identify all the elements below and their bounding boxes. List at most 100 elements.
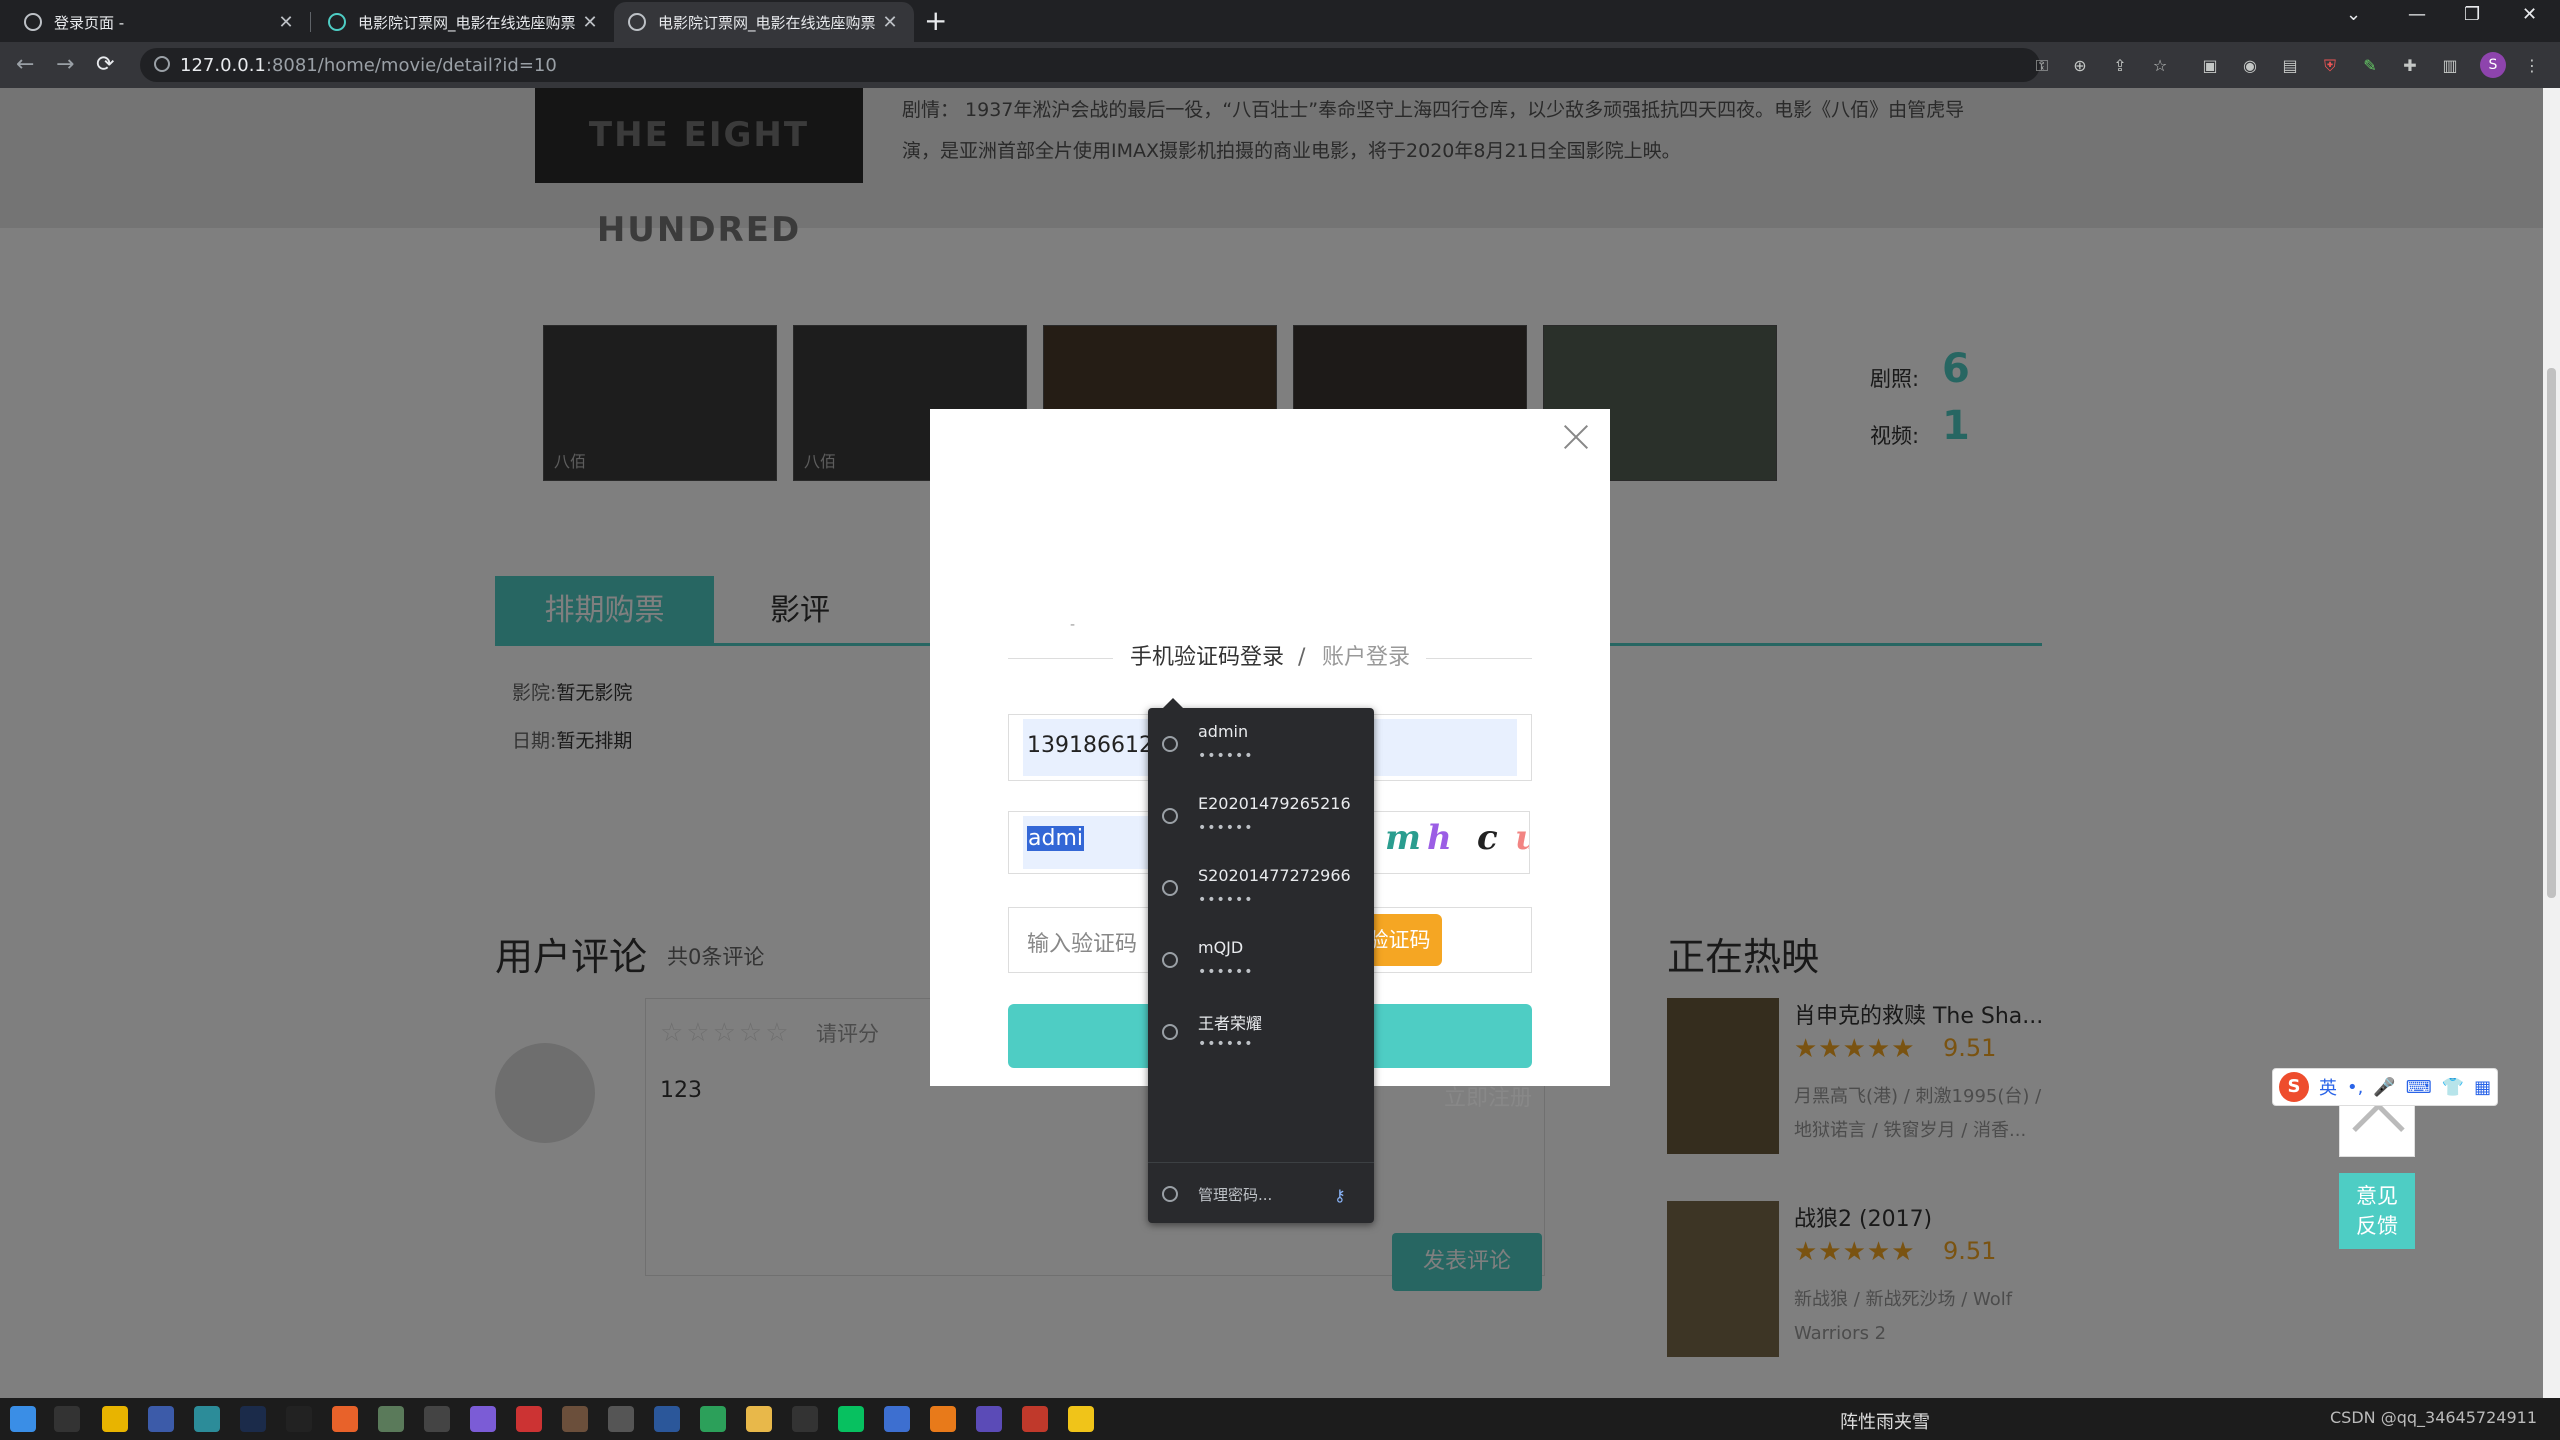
app-icon[interactable] xyxy=(608,1406,634,1432)
image-icon[interactable]: ▤ xyxy=(2280,56,2300,76)
captcha-char: h xyxy=(1427,818,1452,858)
app-icon[interactable] xyxy=(240,1406,266,1432)
close-icon[interactable]: ✕ xyxy=(880,12,900,33)
autofill-option[interactable]: E20201479265216 •••••• xyxy=(1148,784,1374,856)
star-icon[interactable]: ☆ xyxy=(2150,56,2170,76)
sidebar-icon[interactable]: ▥ xyxy=(2440,56,2460,76)
search-icon[interactable] xyxy=(54,1406,80,1432)
menu-icon[interactable]: ⋮ xyxy=(2522,56,2542,76)
punctuation-icon[interactable]: •, xyxy=(2347,1077,2363,1098)
app-icon[interactable] xyxy=(930,1406,956,1432)
windows-start-icon[interactable] xyxy=(10,1406,36,1432)
tab-movie-detail[interactable]: 电影院订票网_电影在线选座购票 ✕ xyxy=(614,2,914,42)
app-icon[interactable] xyxy=(470,1406,496,1432)
word-icon[interactable] xyxy=(654,1406,680,1432)
forward-arrow-icon[interactable]: → xyxy=(56,52,74,77)
ide-icon[interactable] xyxy=(148,1406,174,1432)
close-icon[interactable]: ✕ xyxy=(580,12,600,33)
browser-tab-strip: 登录页面 - ✕ 电影院订票网_电影在线选座购票 ✕ 电影院订票网_电影在线选座… xyxy=(0,0,2560,42)
divider xyxy=(1426,658,1532,659)
share-icon[interactable]: ⇪ xyxy=(2110,56,2130,76)
app-icon[interactable] xyxy=(424,1406,450,1432)
tab-search-icon[interactable]: ⌄ xyxy=(2346,4,2361,25)
register-link[interactable]: 立即注册 xyxy=(1444,1080,1532,1112)
tab-title: 电影院订票网_电影在线选座购票 xyxy=(358,13,576,32)
ime-lang[interactable]: 英 xyxy=(2319,1074,2337,1100)
ime-toolbar: S 英 •, 🎤 ⌨ 👕 ▦ xyxy=(2272,1068,2498,1106)
shield-icon[interactable]: ⛨ xyxy=(2320,56,2340,76)
captcha-char: c xyxy=(1477,818,1498,858)
weather-text[interactable]: 阵性雨夹雪 xyxy=(1840,1408,1930,1434)
autofill-password: •••••• xyxy=(1198,820,1254,836)
site-favicon-icon xyxy=(328,13,346,31)
tray-text: CSDN @qq_34645724911 xyxy=(2330,1408,2537,1427)
app-icon[interactable] xyxy=(1022,1406,1048,1432)
app-icon[interactable] xyxy=(516,1406,542,1432)
app-icon[interactable] xyxy=(378,1406,404,1432)
app-icon[interactable] xyxy=(194,1406,220,1432)
feedback-button[interactable]: 意见 反馈 xyxy=(2339,1173,2415,1249)
close-icon[interactable] xyxy=(1560,421,1592,453)
keyboard-icon[interactable]: ⌨ xyxy=(2406,1077,2432,1098)
address-bar[interactable]: 127.0.0.1:8081/home/movie/detail?id=10 xyxy=(140,48,2040,82)
globe-icon xyxy=(628,13,646,31)
app-icon[interactable] xyxy=(332,1406,358,1432)
browser-toolbar: ← → ⟳ 127.0.0.1:8081/home/movie/detail?i… xyxy=(0,42,2560,88)
new-tab-button[interactable]: + xyxy=(924,4,947,37)
tab-account-login[interactable]: 账户登录 xyxy=(1322,641,1410,675)
camera-icon[interactable]: ◉ xyxy=(2240,56,2260,76)
app-icon[interactable] xyxy=(884,1406,910,1432)
autofill-password: •••••• xyxy=(1198,892,1254,908)
restore-button[interactable]: ❐ xyxy=(2464,4,2480,25)
tab-divider xyxy=(310,12,311,32)
qq-icon[interactable] xyxy=(792,1406,818,1432)
zoom-icon[interactable]: ⊕ xyxy=(2070,56,2090,76)
tab-phone-login[interactable]: 手机验证码登录 xyxy=(1130,641,1284,675)
app-icon[interactable] xyxy=(286,1406,312,1432)
reload-icon[interactable]: ⟳ xyxy=(96,52,114,77)
extension-1-icon[interactable]: ▣ xyxy=(2200,56,2220,76)
app-icon[interactable] xyxy=(1068,1406,1094,1432)
folder-icon[interactable] xyxy=(746,1406,772,1432)
captcha-image[interactable]: m h c u xyxy=(1370,811,1530,874)
app-icon[interactable] xyxy=(562,1406,588,1432)
captcha-char: m xyxy=(1385,818,1421,858)
autofill-password: •••••• xyxy=(1198,748,1254,764)
key-icon[interactable]: ⚿ xyxy=(2032,56,2052,76)
divider xyxy=(1008,658,1113,659)
skin-icon[interactable]: 👕 xyxy=(2442,1077,2464,1098)
login-mode-switch: 手机验证码登录 / 账户登录 xyxy=(1008,641,1532,675)
autofill-option[interactable]: admin •••••• xyxy=(1148,712,1374,784)
wechat-icon[interactable] xyxy=(838,1406,864,1432)
microphone-icon[interactable]: 🎤 xyxy=(2373,1077,2395,1098)
app-icon[interactable] xyxy=(976,1406,1002,1432)
globe-icon xyxy=(1162,952,1178,968)
sync-icon[interactable] xyxy=(700,1406,726,1432)
extension-2-icon[interactable]: ✎ xyxy=(2360,56,2380,76)
back-arrow-icon[interactable]: ← xyxy=(16,52,34,77)
autofill-option[interactable]: 王者荣耀 •••••• xyxy=(1148,1000,1374,1072)
minimize-button[interactable]: — xyxy=(2408,4,2426,25)
tab-movie-site[interactable]: 电影院订票网_电影在线选座购票 ✕ xyxy=(314,2,614,42)
globe-icon xyxy=(1162,736,1178,752)
taskbar: 阵性雨夹雪 CSDN @qq_34645724911 xyxy=(0,1398,2560,1440)
password-autofill-dropdown: admin •••••• E20201479265216 •••••• S202… xyxy=(1148,698,1374,1223)
close-icon[interactable]: ✕ xyxy=(276,12,296,33)
profile-avatar[interactable]: S xyxy=(2480,52,2506,78)
sogou-logo[interactable]: S xyxy=(2279,1072,2309,1102)
chrome-icon[interactable] xyxy=(102,1406,128,1432)
page-scrollbar[interactable] xyxy=(2543,88,2560,1398)
info-icon[interactable] xyxy=(154,56,170,72)
manage-passwords-link[interactable]: 管理密码... xyxy=(1198,1184,1272,1205)
autofill-username: admin xyxy=(1198,722,1249,741)
autofill-option[interactable]: S20201477272966 •••••• xyxy=(1148,856,1374,928)
captcha-char: u xyxy=(1515,818,1529,858)
autofill-password: •••••• xyxy=(1198,964,1254,980)
globe-icon xyxy=(24,13,42,31)
scrollbar-thumb[interactable] xyxy=(2547,368,2556,898)
window-close-button[interactable]: ✕ xyxy=(2522,4,2537,25)
autofill-option[interactable]: mQJD •••••• xyxy=(1148,928,1374,1000)
puzzle-icon[interactable]: ✚ xyxy=(2400,56,2420,76)
grid-icon[interactable]: ▦ xyxy=(2474,1077,2491,1098)
tab-login-page[interactable]: 登录页面 - ✕ xyxy=(10,2,310,42)
